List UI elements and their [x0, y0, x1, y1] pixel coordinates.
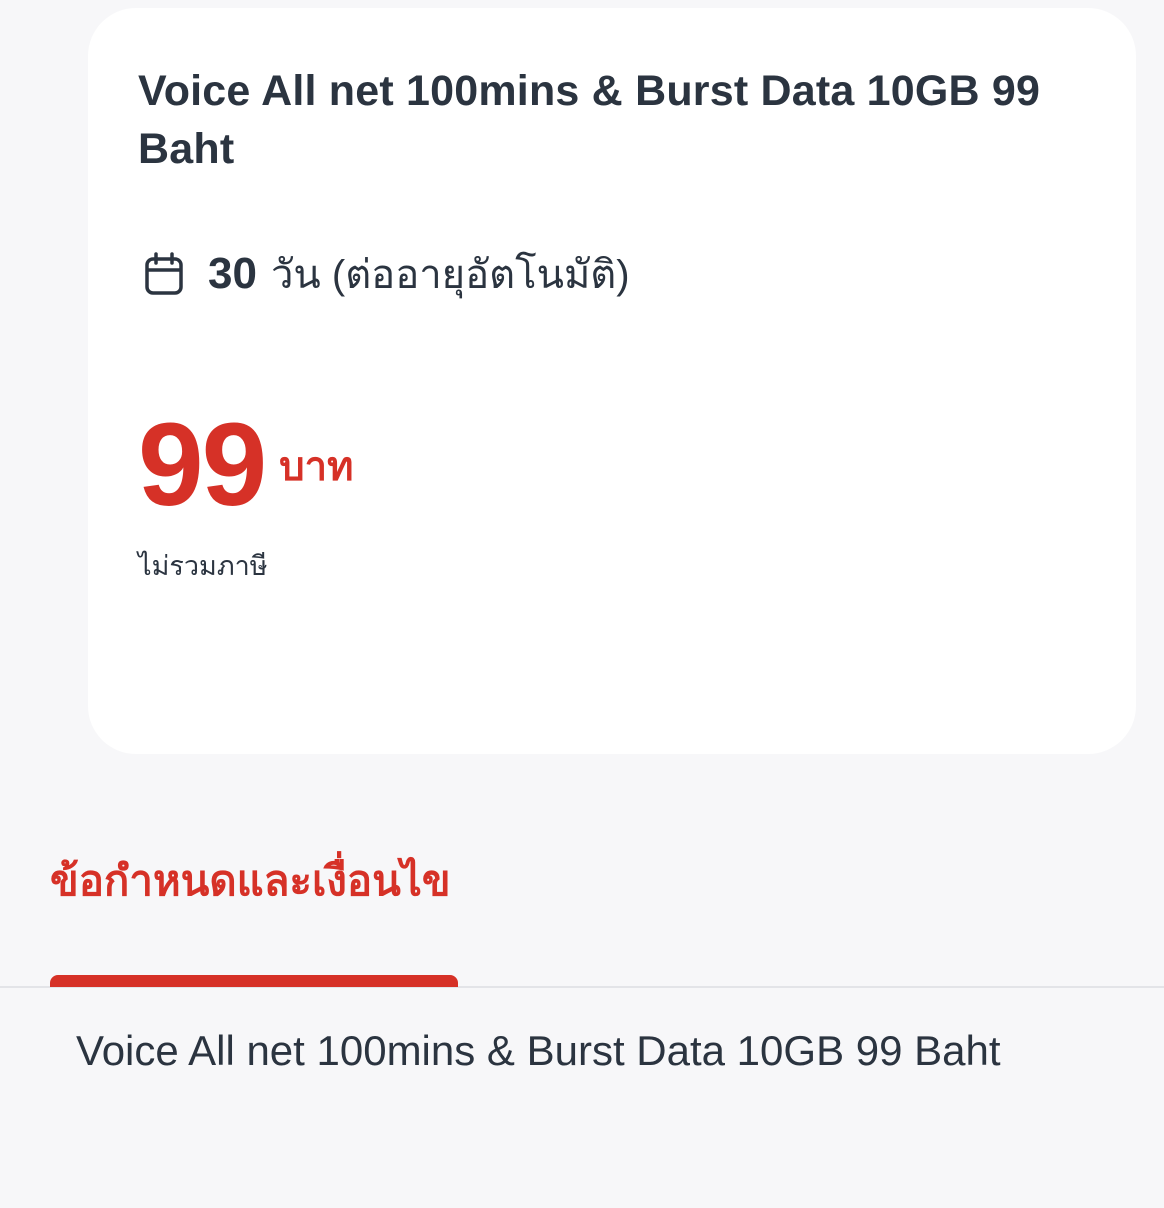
validity-days: 30 — [208, 249, 257, 298]
price-value: 99 — [138, 399, 267, 531]
package-detail-page: Voice All net 100mins & Burst Data 10GB … — [0, 0, 1164, 1208]
package-title: Voice All net 100mins & Burst Data 10GB … — [138, 67, 1041, 173]
price-unit: บาท — [279, 445, 354, 489]
price-row: 99 บาท — [138, 406, 353, 524]
package-card: Voice All net 100mins & Burst Data 10GB … — [88, 8, 1136, 754]
validity-text: วัน (ต่ออายุอัตโนมัติ) — [270, 253, 630, 297]
tab-terms-and-conditions[interactable]: ข้อกำหนดและเงื่อนไข — [50, 848, 451, 914]
validity-row: 30 วัน (ต่ออายุอัตโนมัติ) — [144, 244, 630, 304]
calendar-icon — [144, 252, 184, 296]
terms-content: Voice All net 100mins & Burst Data 10GB … — [76, 1027, 1001, 1074]
tax-note: ไม่รวมภาษี — [138, 551, 268, 581]
active-tab-indicator — [50, 975, 458, 987]
section-tabs: ข้อกำหนดและเงื่อนไข — [0, 830, 1164, 988]
